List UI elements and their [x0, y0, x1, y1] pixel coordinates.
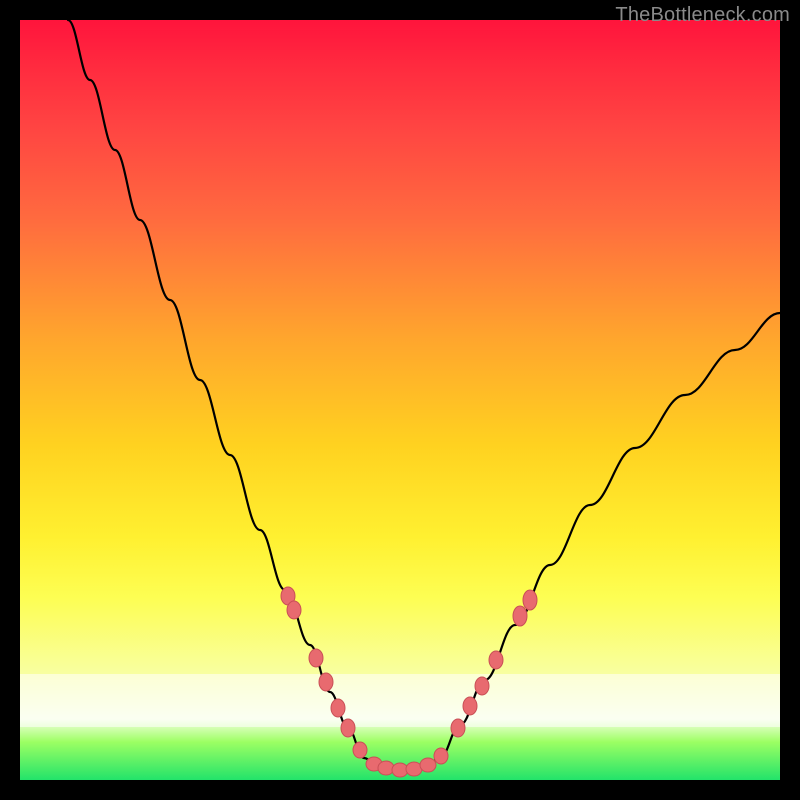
- curve-marker: [341, 719, 355, 737]
- curve-marker: [523, 590, 537, 610]
- curve-marker: [489, 651, 503, 669]
- curve-marker: [451, 719, 465, 737]
- curve-marker: [319, 673, 333, 691]
- curve-marker: [420, 758, 436, 772]
- plot-area: [20, 20, 780, 780]
- watermark-text: TheBottleneck.com: [615, 4, 790, 27]
- curve-right-branch: [440, 313, 780, 758]
- curve-marker: [353, 742, 367, 758]
- curve-marker: [475, 677, 489, 695]
- curve-marker: [513, 606, 527, 626]
- curve-marker: [463, 697, 477, 715]
- bottleneck-curve: [20, 20, 780, 780]
- curve-markers: [281, 587, 537, 777]
- curve-left-branch: [68, 20, 364, 758]
- curve-marker: [331, 699, 345, 717]
- curve-marker: [434, 748, 448, 764]
- chart-frame: TheBottleneck.com: [0, 0, 800, 800]
- curve-marker: [309, 649, 323, 667]
- curve-marker: [378, 761, 394, 775]
- curve-marker: [287, 601, 301, 619]
